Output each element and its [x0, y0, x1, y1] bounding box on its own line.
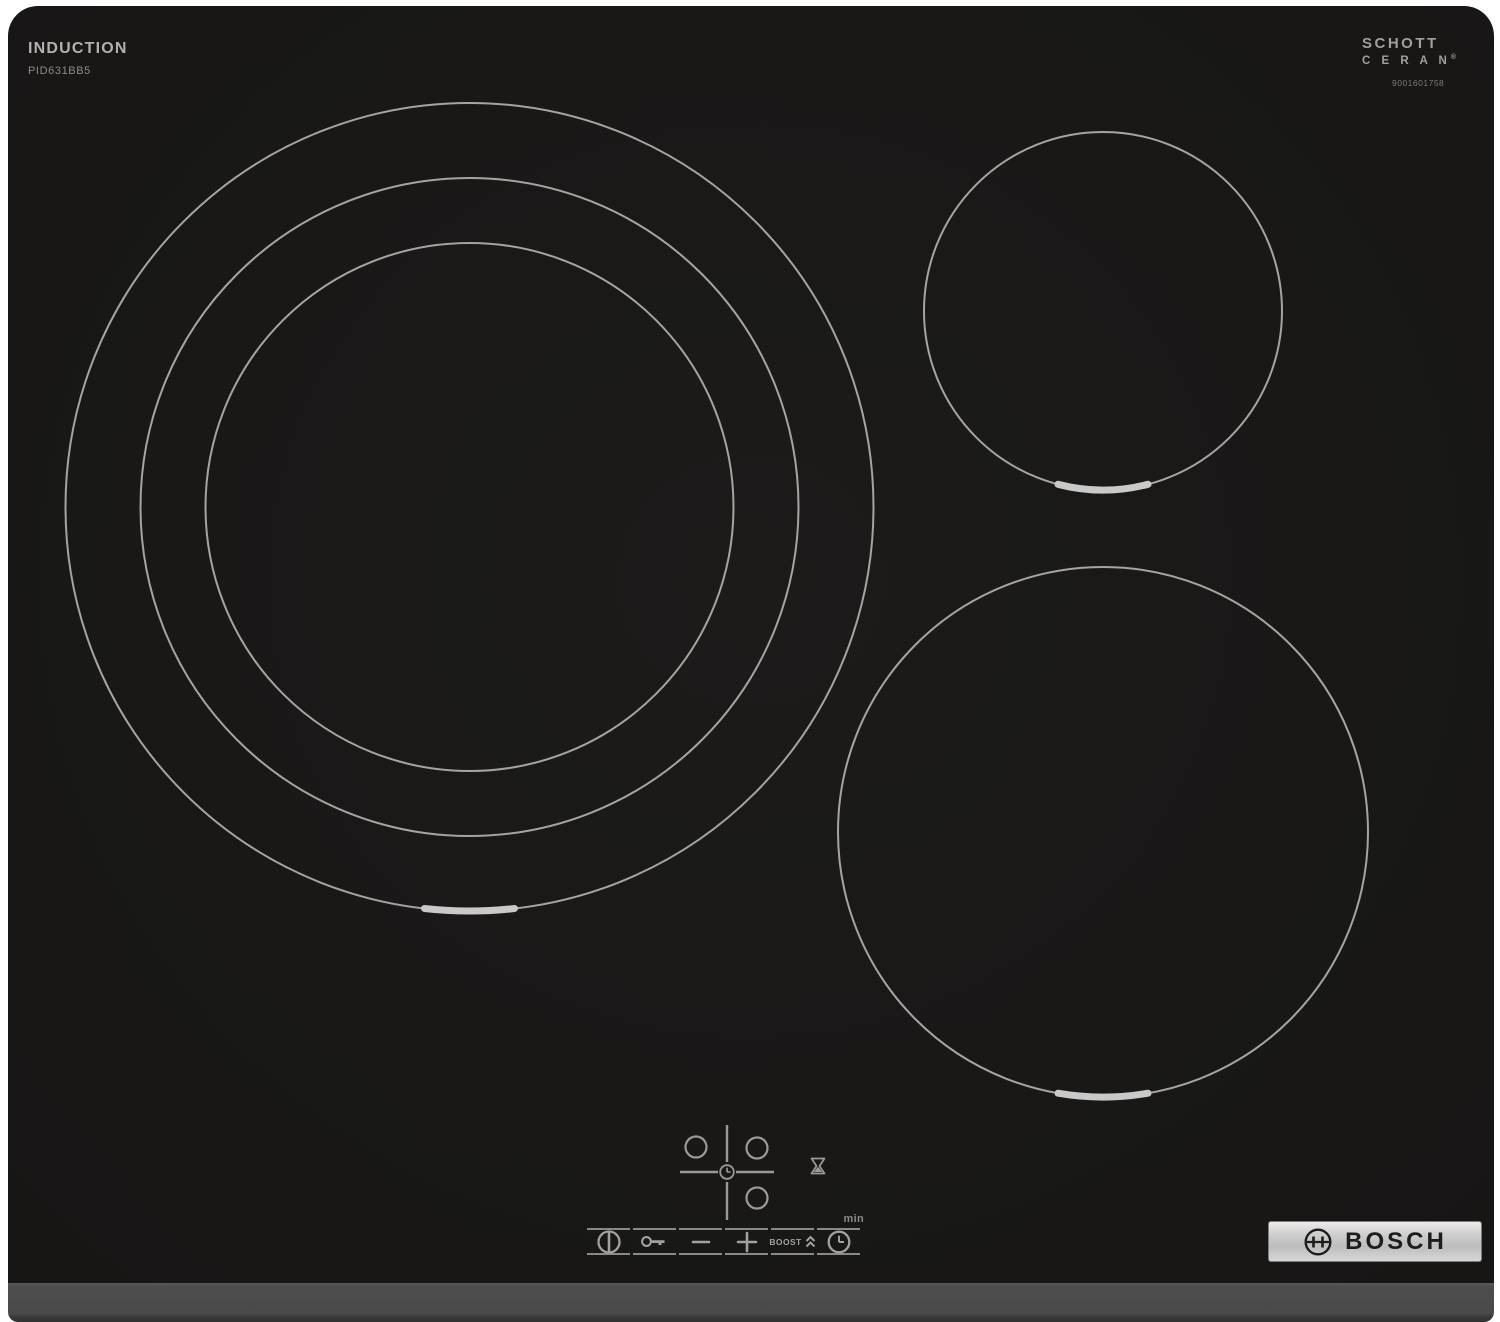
bottom-right-zone-marker-bar — [1054, 1089, 1152, 1101]
boost-button[interactable]: BOOST — [769, 1228, 815, 1255]
cooking-zone-top-right — [923, 131, 1283, 491]
boost-chevrons-icon — [805, 1235, 815, 1248]
bosch-badge: BOSCH — [1268, 1221, 1482, 1262]
top-right-zone-marker-bar — [1054, 480, 1152, 494]
power-button[interactable] — [587, 1228, 630, 1255]
large-zone-marker-bar — [421, 905, 518, 915]
plus-icon — [736, 1231, 757, 1252]
selector-center-clock-icon — [719, 1164, 735, 1180]
timer-zone-selector[interactable] — [680, 1125, 774, 1220]
cooking-zone-bottom-right — [837, 566, 1369, 1098]
large-zone-middle-ring — [139, 177, 800, 837]
large-zone-outer-ring — [64, 102, 875, 912]
minus-button[interactable] — [679, 1228, 722, 1255]
zone-select-top-right-circle[interactable] — [745, 1136, 769, 1160]
timer-button[interactable] — [817, 1228, 860, 1255]
minutes-unit-label: min — [843, 1213, 864, 1225]
bosch-armature-icon — [1304, 1227, 1332, 1256]
product-photo: INDUCTION PID631BB5 SCHOTT C E R A N® 90… — [0, 0, 1500, 1322]
boost-label: BOOST — [769, 1236, 802, 1247]
hourglass-icon — [810, 1157, 826, 1175]
minus-icon — [691, 1240, 710, 1243]
touch-control-strip: BOOST — [587, 1228, 860, 1255]
zone-select-left-circle[interactable] — [684, 1135, 708, 1159]
clock-icon — [827, 1230, 850, 1253]
zone-select-bottom-right-circle[interactable] — [745, 1186, 769, 1210]
large-zone-inner-ring — [204, 242, 735, 772]
cooking-zone-large-left — [64, 102, 875, 912]
induction-hob-glass: INDUCTION PID631BB5 SCHOTT C E R A N® 90… — [8, 6, 1494, 1283]
cooking-zones-graphics — [64, 102, 1369, 1220]
bosch-logo-text: BOSCH — [1345, 1227, 1447, 1255]
child-lock-button[interactable] — [633, 1228, 676, 1255]
plus-button[interactable] — [725, 1228, 768, 1255]
front-trim-strip — [8, 1283, 1494, 1322]
key-icon — [640, 1236, 664, 1247]
power-icon — [596, 1229, 621, 1254]
